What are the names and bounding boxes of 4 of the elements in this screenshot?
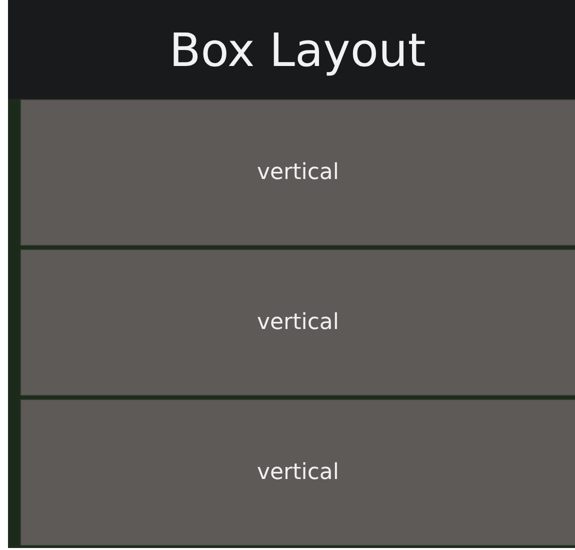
screen-title: Box Layout: [169, 22, 426, 76]
vertical-button[interactable]: vertical: [20, 99, 575, 246]
vertical-button[interactable]: vertical: [20, 399, 575, 546]
vertical-button[interactable]: vertical: [20, 249, 575, 396]
